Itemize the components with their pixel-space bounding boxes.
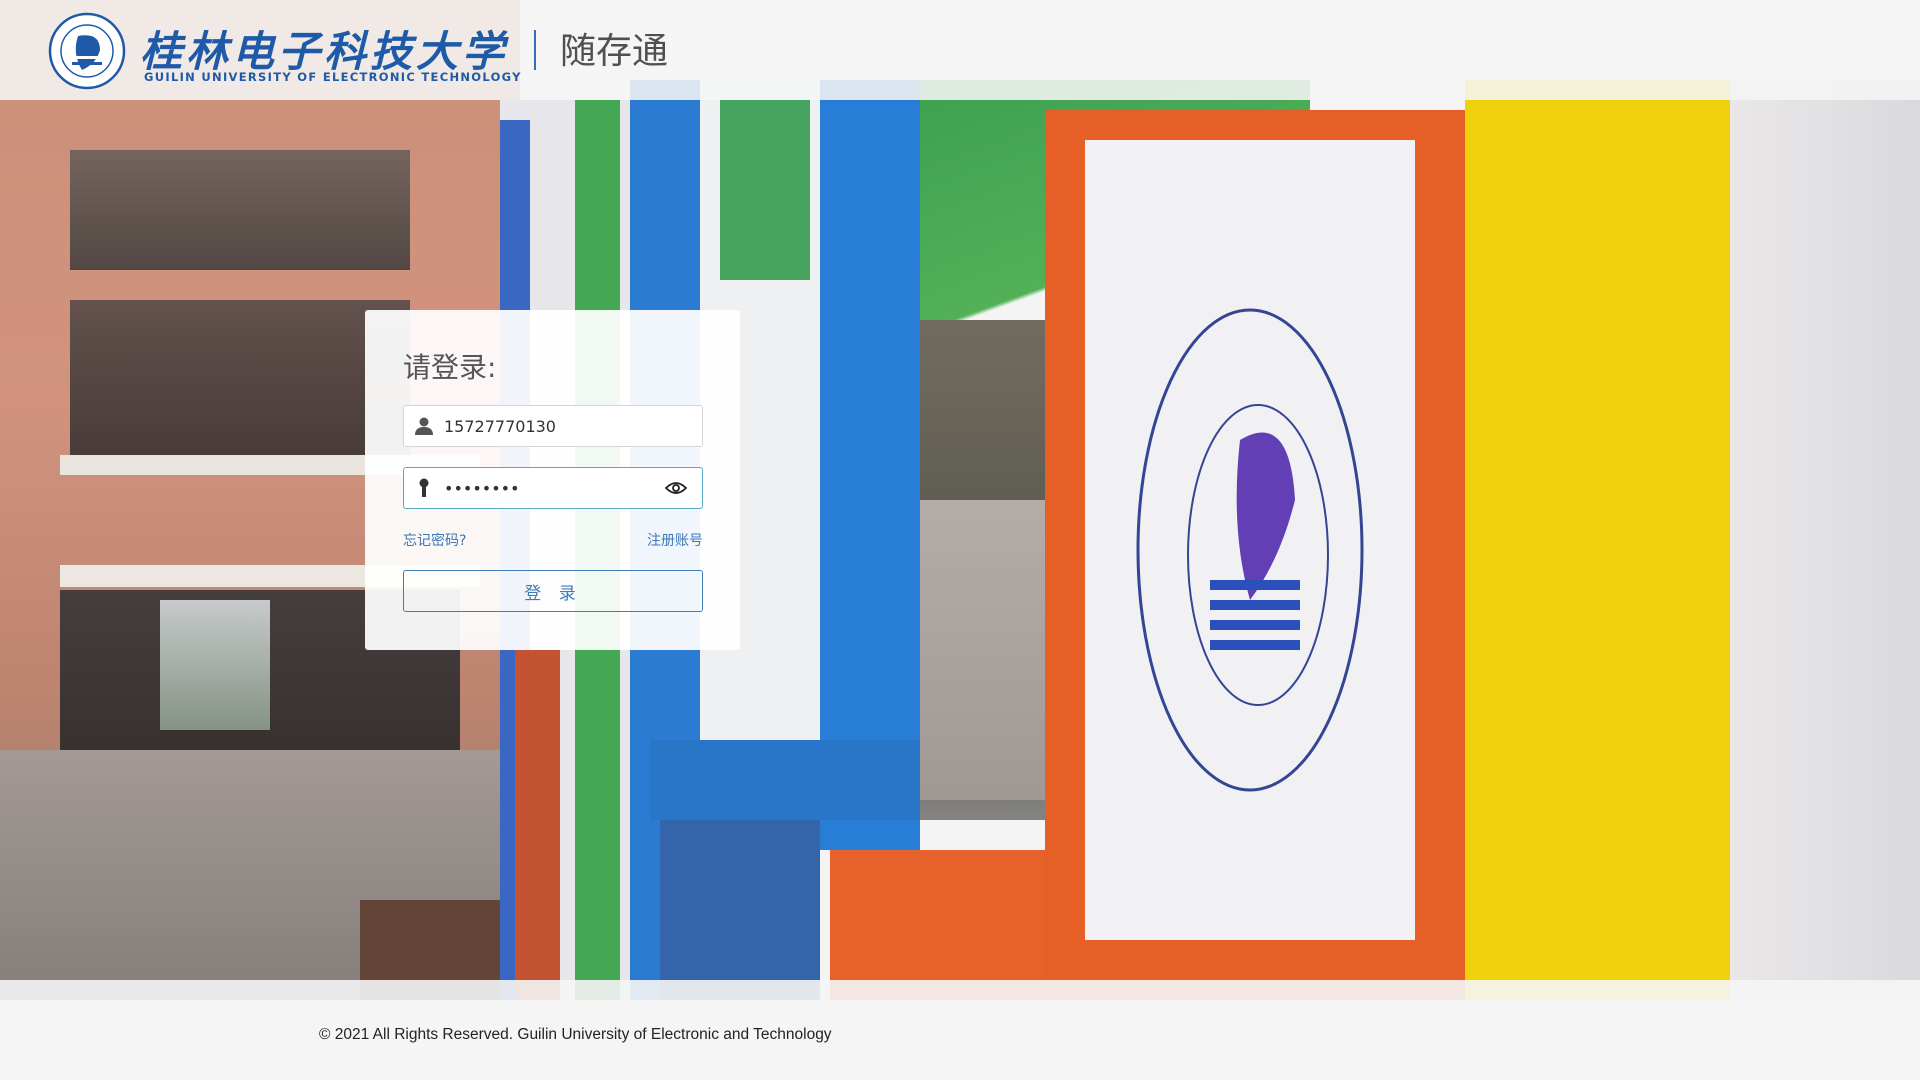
username-input[interactable] bbox=[444, 407, 654, 445]
username-field[interactable] bbox=[403, 405, 703, 447]
background-photo bbox=[0, 0, 1920, 1080]
user-icon bbox=[404, 406, 444, 446]
top-header: 桂林电子科技大学 GUILIN UNIVERSITY OF ELECTRONIC… bbox=[0, 0, 1920, 100]
register-account-link[interactable]: 注册账号 bbox=[647, 530, 703, 550]
login-button[interactable]: 登 录 bbox=[403, 570, 703, 612]
university-emblem-icon bbox=[48, 12, 126, 90]
university-name-en: GUILIN UNIVERSITY OF ELECTRONIC TECHNOLO… bbox=[144, 70, 522, 84]
login-panel: 请登录: 忘记密码? 注册账号 登 录 bbox=[365, 310, 740, 650]
footer: © 2021 All Rights Reserved. Guilin Unive… bbox=[0, 980, 1920, 1080]
key-icon bbox=[404, 468, 444, 508]
header-divider bbox=[534, 30, 536, 70]
password-field[interactable] bbox=[403, 467, 703, 509]
copyright-text: © 2021 All Rights Reserved. Guilin Unive… bbox=[319, 1026, 832, 1043]
app-name: 随存通 bbox=[560, 31, 669, 72]
password-input[interactable] bbox=[444, 469, 654, 507]
forgot-password-link[interactable]: 忘记密码? bbox=[403, 530, 466, 550]
show-password-eye-icon[interactable] bbox=[654, 468, 698, 508]
login-title: 请登录: bbox=[403, 351, 497, 384]
